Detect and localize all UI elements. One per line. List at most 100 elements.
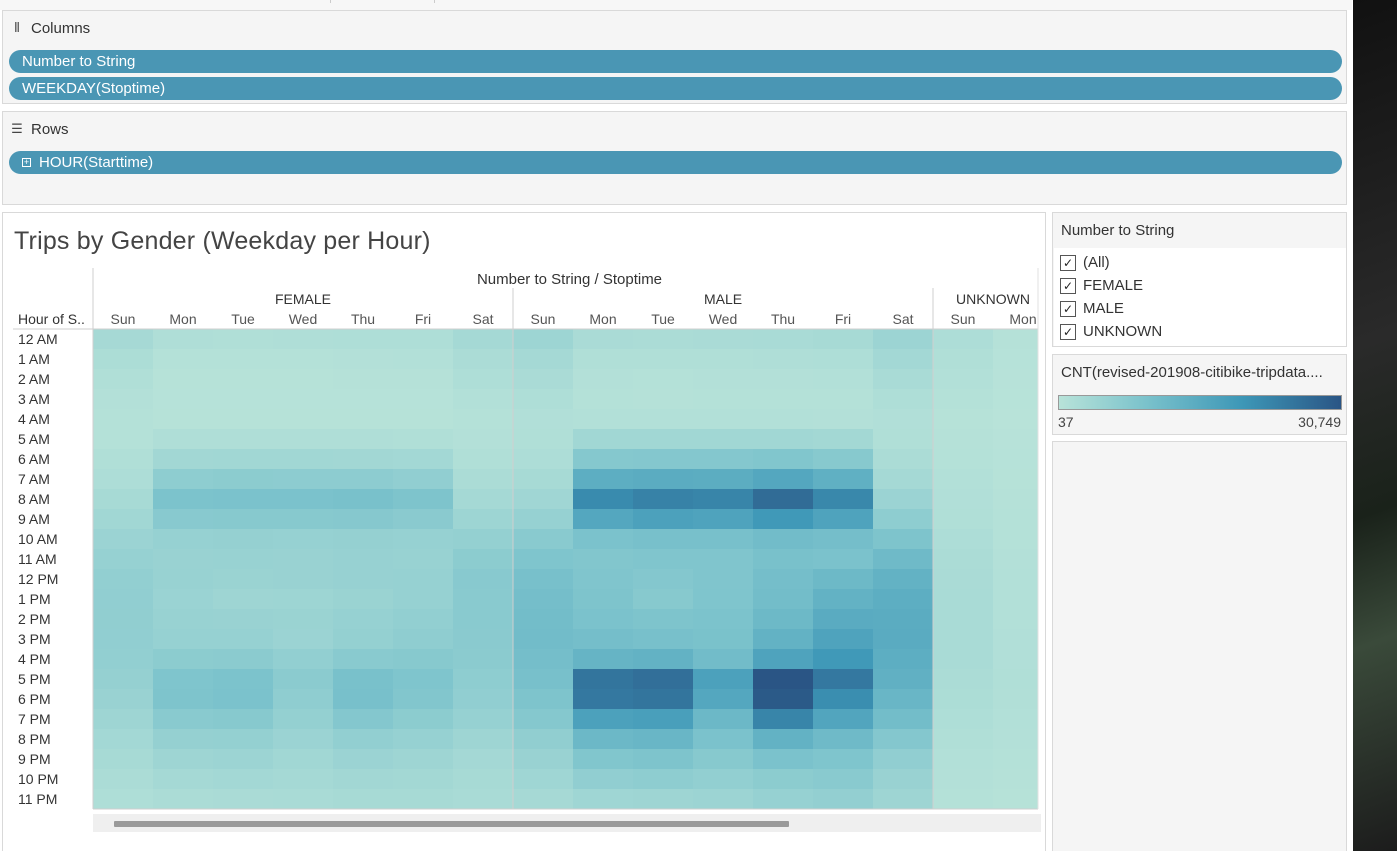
heatmap-cell	[93, 649, 153, 669]
filter-item-female[interactable]: ✓ FEMALE	[1060, 277, 1143, 294]
heatmap-cell	[633, 729, 693, 749]
group-label-male: MALE	[704, 291, 742, 307]
heatmap-cell	[933, 749, 993, 769]
horizontal-scrollbar[interactable]	[93, 814, 1041, 832]
day-label: Fri	[415, 311, 431, 327]
heatmap-cell	[333, 369, 393, 389]
heatmap-cell	[393, 649, 453, 669]
heatmap-cell	[573, 569, 633, 589]
heatmap-cell	[933, 329, 993, 349]
heatmap-cell	[453, 509, 513, 529]
heatmap-cell	[633, 749, 693, 769]
heatmap-cell	[513, 789, 573, 809]
heatmap-cell	[573, 369, 633, 389]
heatmap-cell	[273, 669, 333, 689]
heatmap-cell	[633, 329, 693, 349]
checkbox-checked-icon[interactable]: ✓	[1060, 300, 1076, 317]
column-pill-weekday-stoptime[interactable]: WEEKDAY(Stoptime)	[9, 77, 1342, 100]
heatmap-cell	[933, 489, 993, 509]
hour-label: 8 PM	[18, 731, 51, 747]
heatmap-cell	[573, 589, 633, 609]
heatmap-cell	[573, 709, 633, 729]
column-pill-number-to-string[interactable]: Number to String	[9, 50, 1342, 73]
filter-item-male[interactable]: ✓ MALE	[1060, 300, 1124, 317]
heatmap-cell	[393, 569, 453, 589]
heatmap-cell	[753, 609, 813, 629]
heatmap-cell	[753, 369, 813, 389]
scrollbar-thumb[interactable]	[114, 821, 789, 827]
heatmap-cell	[813, 689, 873, 709]
heatmap-cell	[573, 429, 633, 449]
heatmap-cell	[873, 689, 933, 709]
heatmap-cell	[273, 549, 333, 569]
heatmap-cell	[693, 669, 753, 689]
heatmap-cell	[993, 529, 1038, 549]
heatmap-cell	[153, 509, 213, 529]
heatmap-cell	[333, 349, 393, 369]
day-label: Wed	[289, 311, 318, 327]
heatmap-cell	[453, 469, 513, 489]
heatmap-cell	[93, 629, 153, 649]
heatmap-cell	[513, 569, 573, 589]
row-pill-hour-starttime[interactable]: + HOUR(Starttime)	[9, 151, 1342, 174]
heatmap-cell	[813, 729, 873, 749]
heatmap-cell	[213, 609, 273, 629]
heatmap-cell	[693, 589, 753, 609]
rows-shelf-label: Rows	[31, 121, 69, 138]
heatmap-cell	[333, 789, 393, 809]
heatmap-cell	[993, 469, 1038, 489]
heatmap-cell	[753, 649, 813, 669]
legend-max-label: 30,749	[1298, 414, 1341, 430]
heatmap-cell	[153, 629, 213, 649]
expand-plus-icon[interactable]: +	[22, 158, 31, 167]
heatmap-cell	[693, 649, 753, 669]
heatmap-cell	[213, 769, 273, 789]
heatmap-cell	[393, 369, 453, 389]
heatmap-cell	[993, 429, 1038, 449]
heatmap-cell	[153, 729, 213, 749]
heatmap-cell	[393, 629, 453, 649]
heatmap-cell	[93, 349, 153, 369]
heatmap-cell	[633, 649, 693, 669]
heatmap-cell	[393, 609, 453, 629]
heatmap-cell	[513, 609, 573, 629]
rows-shelf: ☰ Rows + HOUR(Starttime)	[2, 111, 1347, 205]
heatmap-cell	[693, 369, 753, 389]
heatmap-cell	[753, 549, 813, 569]
filter-item-unknown[interactable]: ✓ UNKNOWN	[1060, 323, 1162, 340]
heatmap-cell	[993, 709, 1038, 729]
hour-label: 5 PM	[18, 671, 51, 687]
hour-label: 1 AM	[18, 351, 50, 367]
heatmap-cell	[813, 409, 873, 429]
heatmap-cell	[873, 569, 933, 589]
heatmap-cell	[993, 749, 1038, 769]
legend-min-label: 37	[1058, 414, 1074, 430]
hour-label: 11 PM	[18, 791, 57, 807]
heatmap-cell	[633, 769, 693, 789]
heatmap-cell	[93, 489, 153, 509]
hour-label: 10 PM	[18, 771, 58, 787]
heatmap-cell	[573, 769, 633, 789]
heatmap-cell	[633, 529, 693, 549]
filter-item-all[interactable]: ✓ (All)	[1060, 254, 1110, 271]
heatmap-cell	[813, 549, 873, 569]
columns-shelf-header: ⫴ Columns	[11, 20, 90, 37]
checkbox-checked-icon[interactable]: ✓	[1060, 323, 1076, 340]
hour-label: 8 AM	[18, 491, 50, 507]
heatmap-cell	[393, 509, 453, 529]
heatmap-cell	[213, 529, 273, 549]
heatmap-cell	[873, 629, 933, 649]
checkbox-checked-icon[interactable]: ✓	[1060, 254, 1076, 271]
column-header-title: Number to String / Stoptime	[477, 271, 662, 288]
heatmap-cell	[93, 709, 153, 729]
heatmap-cell	[813, 649, 873, 669]
heatmap-cell	[213, 789, 273, 809]
heatmap-cell	[693, 689, 753, 709]
checkbox-checked-icon[interactable]: ✓	[1060, 277, 1076, 294]
heatmap-cell	[93, 409, 153, 429]
heatmap-cell	[93, 509, 153, 529]
heatmap-cell	[333, 449, 393, 469]
heatmap-cell	[453, 389, 513, 409]
heatmap-cell	[693, 709, 753, 729]
heatmap-cell	[333, 589, 393, 609]
